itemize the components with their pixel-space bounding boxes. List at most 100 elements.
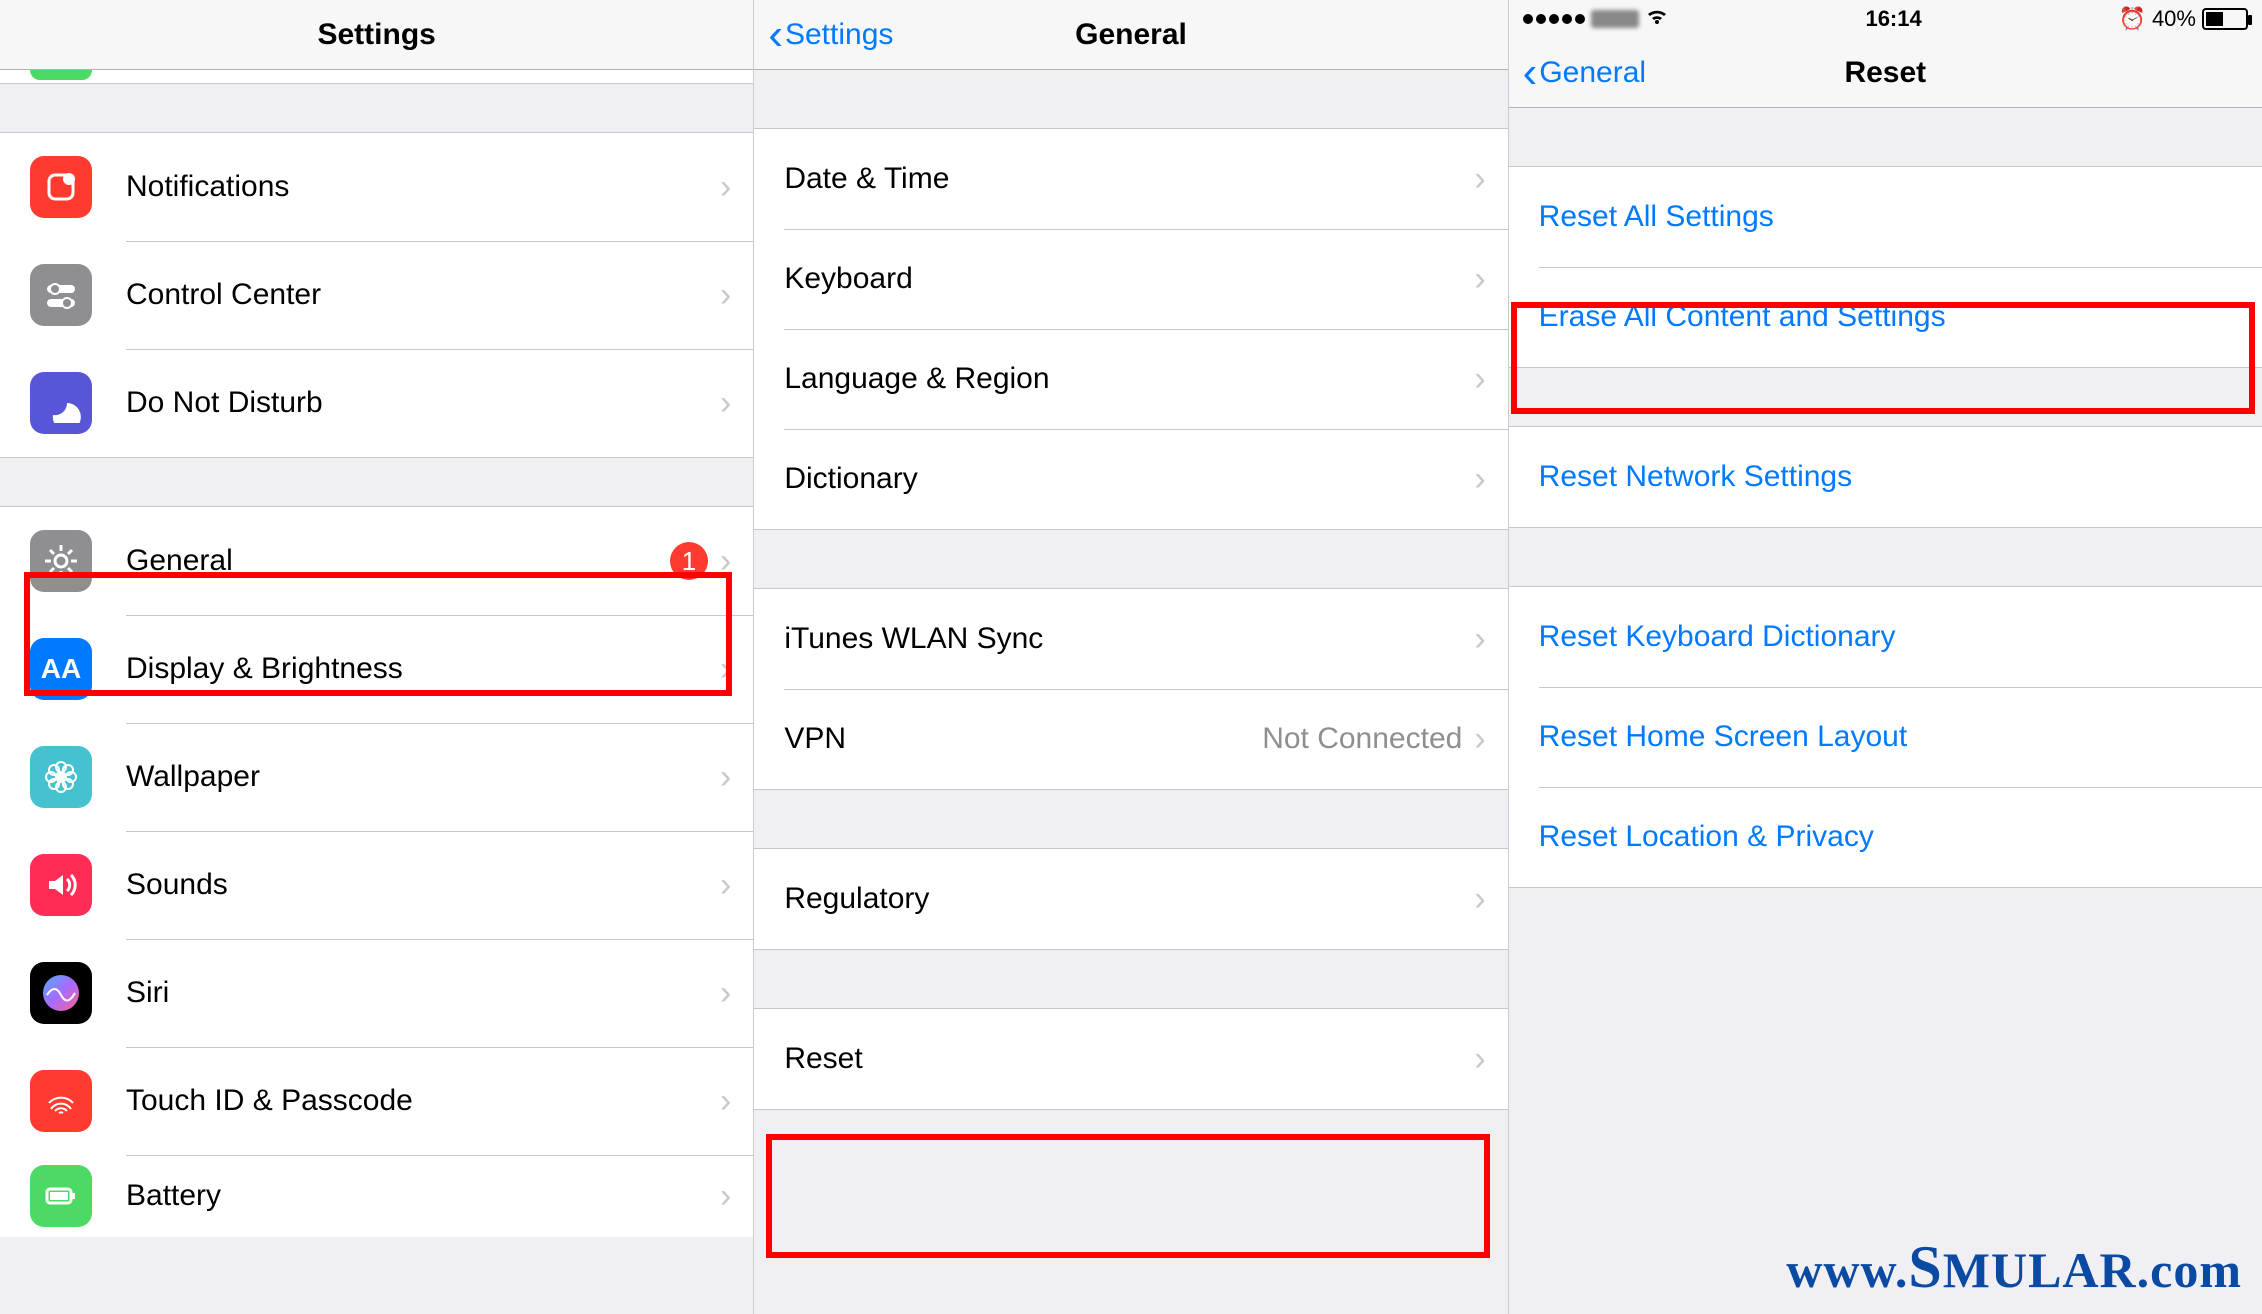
settings-row-dnd[interactable]: Do Not Disturb› [0, 349, 753, 457]
row-label: Reset Home Screen Layout [1539, 720, 2240, 754]
row-label: Control Center [126, 278, 720, 312]
row-label: Display & Brightness [126, 652, 720, 686]
row-label: Do Not Disturb [126, 386, 720, 420]
chevron-right-icon: › [720, 168, 731, 207]
alarm-icon: ⏰ [2119, 6, 2146, 32]
battery-pct: 40% [2152, 6, 2196, 32]
chevron-right-icon: › [720, 974, 731, 1013]
list-row[interactable]: Reset All Settings [1509, 167, 2262, 267]
row-label: Touch ID & Passcode [126, 1084, 720, 1118]
list-row[interactable]: Reset Network Settings [1509, 427, 2262, 527]
pane-general: ‹ Settings General Date & Time›Keyboard›… [754, 0, 1508, 1314]
row-label: Reset All Settings [1539, 200, 2240, 234]
status-time: 16:14 [1865, 6, 1921, 32]
chevron-right-icon: › [720, 276, 731, 315]
back-label: General [1539, 56, 1646, 90]
settings-row-sounds[interactable]: Sounds› [0, 831, 753, 939]
row-label: VPN [784, 722, 1262, 756]
row-label: Date & Time [784, 162, 1474, 196]
battery-icon [2202, 8, 2248, 30]
carrier-blur [1591, 10, 1639, 28]
settings-row-siri[interactable]: Siri› [0, 939, 753, 1047]
nav-bar: ‹ General Reset [1509, 38, 2262, 108]
row-label: Sounds [126, 868, 720, 902]
chevron-left-icon: ‹ [1523, 51, 1538, 95]
list-row[interactable]: Reset Location & Privacy [1509, 787, 2262, 887]
pane-settings: Settings Notifications›Control Center›Do… [0, 0, 754, 1314]
settings-row-controlcenter[interactable]: Control Center› [0, 241, 753, 349]
row-detail: Not Connected [1262, 722, 1462, 756]
touchid-icon [30, 1070, 92, 1132]
flower-icon [30, 746, 92, 808]
dnd-icon [30, 372, 92, 434]
list-row[interactable]: Keyboard› [754, 229, 1507, 329]
chevron-right-icon: › [720, 542, 731, 581]
row-label: General [126, 544, 670, 578]
row-label: Reset Location & Privacy [1539, 820, 2240, 854]
chevron-right-icon: › [1474, 360, 1485, 399]
list-row[interactable]: Reset Home Screen Layout [1509, 687, 2262, 787]
row-label: Battery [126, 1179, 720, 1213]
battery-icon [30, 1165, 92, 1227]
aa-icon: AA [30, 638, 92, 700]
row-label: Reset Network Settings [1539, 460, 2240, 494]
chevron-right-icon: › [720, 650, 731, 689]
chevron-right-icon: › [1474, 260, 1485, 299]
chevron-left-icon: ‹ [768, 13, 783, 57]
settings-row-notifications[interactable]: Notifications› [0, 133, 753, 241]
row-label: Notifications [126, 170, 720, 204]
chevron-right-icon: › [1474, 160, 1485, 199]
chevron-right-icon: › [720, 866, 731, 905]
row-label: Language & Region [784, 362, 1474, 396]
badge: 1 [670, 542, 708, 580]
back-label: Settings [785, 18, 893, 52]
settings-row-battery[interactable]: Battery› [0, 1155, 753, 1237]
chevron-right-icon: › [720, 758, 731, 797]
row-label: Regulatory [784, 882, 1474, 916]
row-label: iTunes WLAN Sync [784, 622, 1474, 656]
notifications-icon [30, 156, 92, 218]
row-label: Keyboard [784, 262, 1474, 296]
wifi-icon [1645, 6, 1669, 32]
back-button[interactable]: ‹ General [1523, 51, 1646, 95]
row-label: Reset Keyboard Dictionary [1539, 620, 2240, 654]
chevron-right-icon: › [1474, 1040, 1485, 1079]
list-row[interactable]: Dictionary› [754, 429, 1507, 529]
row-label: Dictionary [784, 462, 1474, 496]
siri-icon [30, 962, 92, 1024]
chevron-right-icon: › [720, 1082, 731, 1121]
list-row[interactable]: Regulatory› [754, 849, 1507, 949]
gear-icon [30, 530, 92, 592]
nav-title: Reset [1844, 56, 1926, 90]
list-row[interactable]: Reset› [754, 1009, 1507, 1109]
row-label: Wallpaper [126, 760, 720, 794]
sounds-icon [30, 854, 92, 916]
signal-icon [1523, 14, 1585, 24]
chevron-right-icon: › [720, 384, 731, 423]
settings-row-flower[interactable]: Wallpaper› [0, 723, 753, 831]
list-row[interactable]: Erase All Content and Settings [1509, 267, 2262, 367]
list-row[interactable]: Language & Region› [754, 329, 1507, 429]
nav-title: General [1075, 18, 1187, 52]
chevron-right-icon: › [720, 1177, 731, 1216]
row-label: Siri [126, 976, 720, 1010]
controlcenter-icon [30, 264, 92, 326]
chevron-right-icon: › [1474, 880, 1485, 919]
settings-row-touchid[interactable]: Touch ID & Passcode› [0, 1047, 753, 1155]
chevron-right-icon: › [1474, 620, 1485, 659]
pane-reset: 16:14 ⏰ 40% ‹ General Reset Reset All Se… [1509, 0, 2262, 1314]
nav-bar: ‹ Settings General [754, 0, 1507, 70]
settings-row-aa[interactable]: AA Display & Brightness› [0, 615, 753, 723]
row-label: Erase All Content and Settings [1539, 300, 2240, 334]
back-button[interactable]: ‹ Settings [768, 13, 893, 57]
list-row[interactable]: Reset Keyboard Dictionary [1509, 587, 2262, 687]
nav-title: Settings [317, 18, 435, 52]
row-label: Reset [784, 1042, 1474, 1076]
chevron-right-icon: › [1474, 720, 1485, 759]
list-row[interactable]: VPNNot Connected › [754, 689, 1507, 789]
nav-bar: Settings [0, 0, 753, 70]
list-row[interactable]: iTunes WLAN Sync› [754, 589, 1507, 689]
list-row[interactable]: Date & Time› [754, 129, 1507, 229]
settings-row-gear[interactable]: General1 › [0, 507, 753, 615]
chevron-right-icon: › [1474, 460, 1485, 499]
